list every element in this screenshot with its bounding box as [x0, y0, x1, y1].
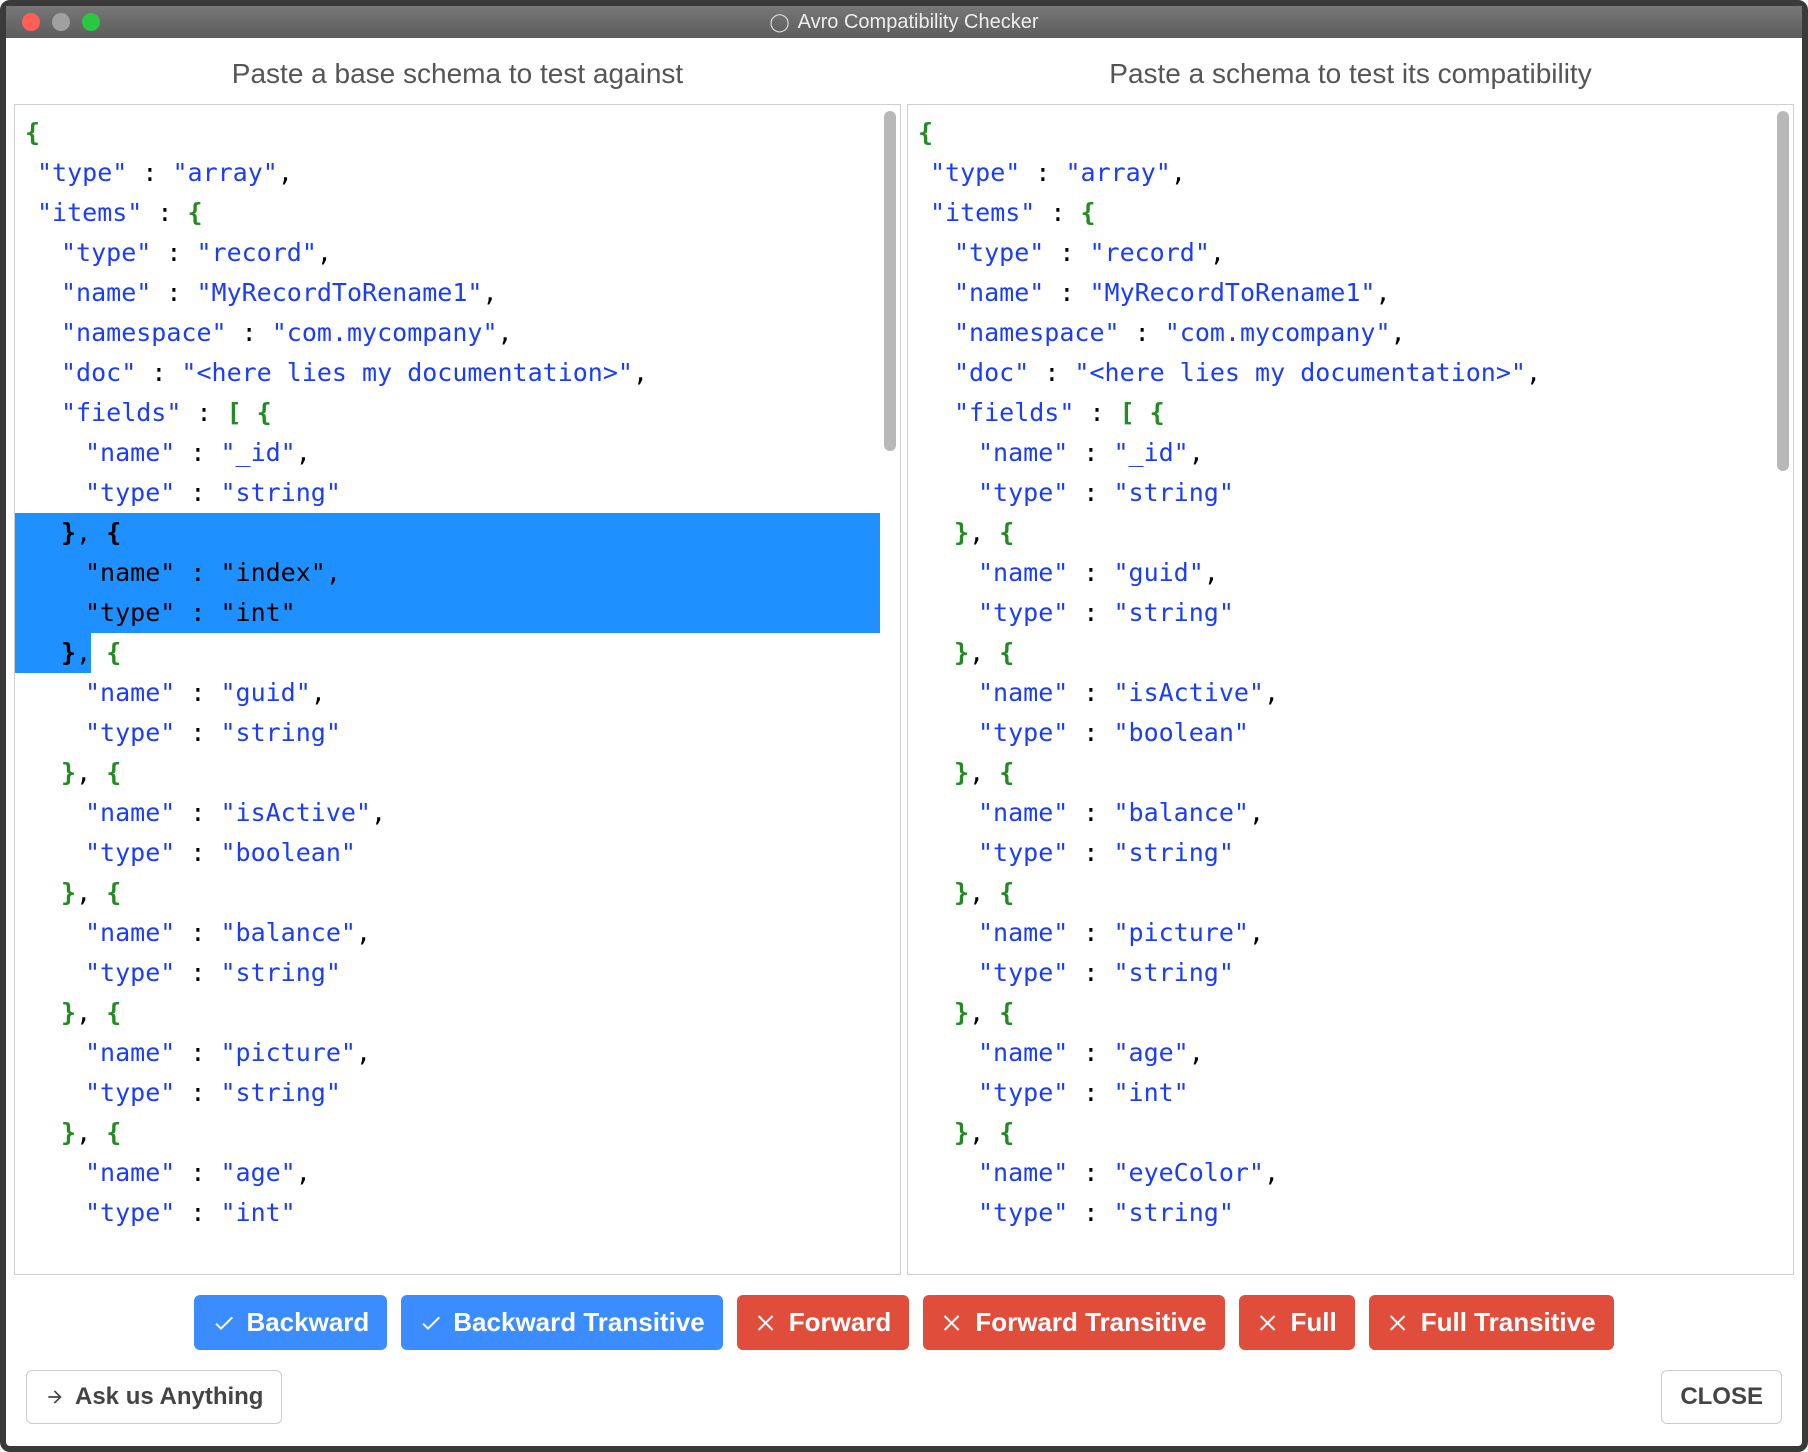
full-label: Full: [1291, 1307, 1337, 1338]
left-schema-editor[interactable]: {"type" : "array","items" : {"type" : "r…: [15, 105, 880, 1274]
check-icon: [212, 1311, 236, 1335]
right-editor-wrap: {"type" : "array","items" : {"type" : "r…: [907, 104, 1794, 1275]
titlebar: ◯ Avro Compatibility Checker: [6, 6, 1802, 38]
app-icon: ◯: [770, 12, 790, 33]
window-controls: [22, 13, 100, 31]
minimize-window-icon[interactable]: [52, 13, 70, 31]
compatibility-results: Backward Backward Transitive Forward For…: [14, 1275, 1794, 1354]
right-pane-title: Paste a schema to test its compatibility: [907, 42, 1794, 104]
x-icon: [1257, 1311, 1281, 1335]
right-pane: Paste a schema to test its compatibility…: [907, 42, 1794, 1275]
arrow-right-icon: [45, 1387, 65, 1407]
window-title: ◯ Avro Compatibility Checker: [6, 11, 1802, 34]
maximize-window-icon[interactable]: [82, 13, 100, 31]
full-button[interactable]: Full: [1239, 1295, 1355, 1350]
check-icon: [419, 1311, 443, 1335]
full-transitive-label: Full Transitive: [1421, 1307, 1596, 1338]
forward-transitive-button[interactable]: Forward Transitive: [923, 1295, 1224, 1350]
close-button[interactable]: CLOSE: [1661, 1370, 1782, 1424]
close-window-icon[interactable]: [22, 13, 40, 31]
backward-transitive-label: Backward Transitive: [453, 1307, 704, 1338]
backward-transitive-button[interactable]: Backward Transitive: [401, 1295, 722, 1350]
forward-transitive-label: Forward Transitive: [975, 1307, 1206, 1338]
close-label: CLOSE: [1680, 1383, 1763, 1411]
full-transitive-button[interactable]: Full Transitive: [1369, 1295, 1614, 1350]
right-scrollbar[interactable]: [1773, 105, 1793, 1274]
x-icon: [941, 1311, 965, 1335]
window-title-text: Avro Compatibility Checker: [798, 11, 1039, 34]
x-icon: [755, 1311, 779, 1335]
right-schema-editor[interactable]: {"type" : "array","items" : {"type" : "r…: [908, 105, 1773, 1274]
left-pane: Paste a base schema to test against {"ty…: [14, 42, 901, 1275]
x-icon: [1387, 1311, 1411, 1335]
left-editor-wrap: {"type" : "array","items" : {"type" : "r…: [14, 104, 901, 1275]
ask-us-anything-button[interactable]: Ask us Anything: [26, 1370, 282, 1424]
left-scrollbar[interactable]: [880, 105, 900, 1274]
left-scrollbar-thumb[interactable]: [884, 111, 896, 451]
backward-button[interactable]: Backward: [194, 1295, 387, 1350]
right-scrollbar-thumb[interactable]: [1777, 111, 1789, 471]
ask-label: Ask us Anything: [75, 1383, 263, 1411]
forward-button[interactable]: Forward: [737, 1295, 910, 1350]
backward-label: Backward: [246, 1307, 369, 1338]
left-pane-title: Paste a base schema to test against: [14, 42, 901, 104]
footer: Ask us Anything CLOSE: [14, 1354, 1794, 1438]
forward-label: Forward: [789, 1307, 892, 1338]
